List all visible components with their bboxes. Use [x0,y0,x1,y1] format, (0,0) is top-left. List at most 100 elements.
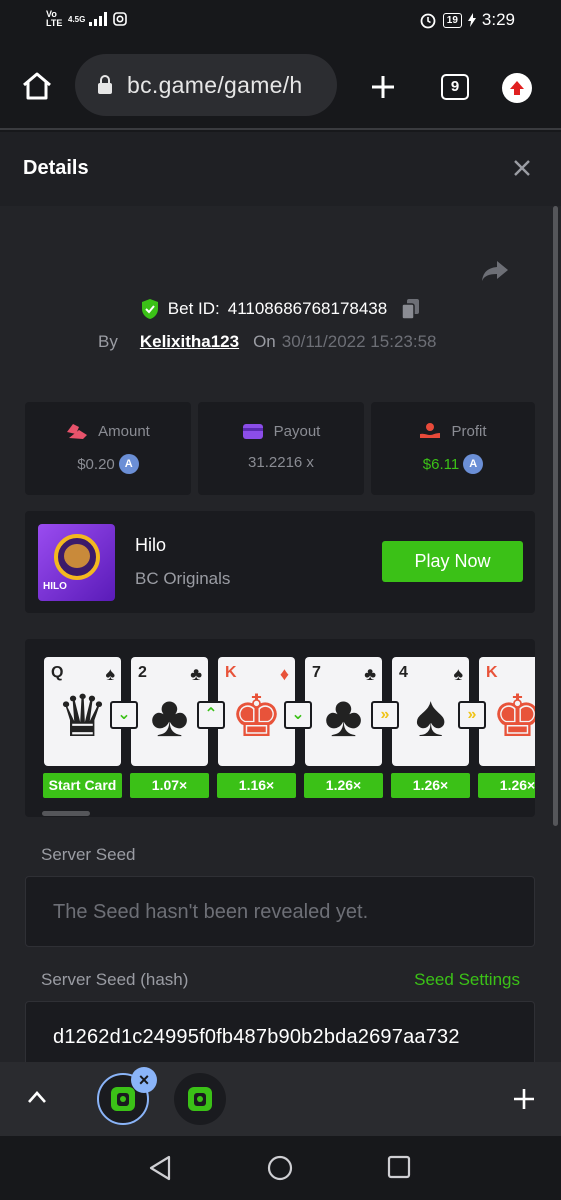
amount-value-row: $0.20 A [25,454,191,474]
card-rank: K [486,664,498,681]
bet-id-value: 41108686768178438 [227,299,388,318]
home-icon[interactable] [21,71,53,101]
card-multiplier: 1.26× [478,773,535,798]
details-title: Details [23,157,89,179]
card-face-icon: ♚ [491,684,536,749]
guess-arrow-icon: ⌄ [110,701,138,729]
home-nav-icon[interactable] [267,1155,293,1181]
android-navbar [0,1136,561,1200]
alarm-icon [420,13,436,29]
close-icon[interactable] [513,159,531,177]
coin-icon: A [118,454,139,474]
card-multiplier: 1.16× [217,773,296,798]
amount-label-row: Amount [25,422,191,440]
payout-value-row: 31.2216 x [198,454,364,471]
server-seed-field[interactable]: The Seed hasn't been revealed yet. [25,876,535,947]
card-rank: Q [51,664,64,681]
recents-icon[interactable] [387,1155,411,1179]
tab-switcher-button[interactable]: 9 [441,74,469,100]
game-card: HILO Hilo BC Originals Play Now [25,511,535,613]
card-history[interactable]: Q ♠ ♛ Start Card 2 ♣ ♣ 1.07× K ♦ ♚ 1.16× 7 ♣ ♣ 1.26× 4 ♠ ♠… [25,639,535,817]
tab-strip: × [0,1062,561,1136]
card-rank: 4 [399,664,408,681]
bcgame-favicon [111,1087,135,1111]
profit-label: Profit [451,422,487,440]
network-label: Vo LTE [46,9,63,28]
game-name: Hilo [135,535,167,555]
play-now-button[interactable]: Play Now [382,541,523,582]
username-link[interactable]: Kelixitha123 [140,332,239,352]
new-tab-icon[interactable] [370,74,396,100]
back-icon[interactable] [147,1155,173,1181]
card-suit-icon: ♦ [279,664,289,684]
details-header: Details [0,132,561,206]
payout-box: Payout 31.2216 x [198,402,364,495]
status-bar: Vo LTE 4.5G 19 3:29 [0,0,561,40]
chevron-up-icon[interactable] [27,1090,47,1104]
payout-icon [242,424,263,439]
playing-card: K♦♚ [479,657,535,766]
card-suit-icon: ♠ [453,664,463,684]
lock-icon [98,75,112,94]
signal-label: 4.5G [68,14,86,24]
bet-id-row: Bet ID: 41108686768178438 [0,298,561,320]
instagram-icon [113,12,128,26]
status-right: 19 3:29 [419,10,515,30]
details-content: Bet ID: 41108686768178438 By Kelixitha12… [0,206,561,1062]
card-rank: 2 [138,664,147,681]
profit-value: $6.11 [422,455,460,473]
profit-icon [420,423,441,438]
profit-label-row: Profit [371,422,535,440]
horizontal-scrollbar[interactable] [42,811,90,816]
payout-label-row: Payout [198,422,364,440]
guess-arrow-icon: » [371,701,399,729]
seed-settings-link[interactable]: Seed Settings [414,970,520,990]
verified-shield-icon [141,299,158,319]
profit-box: Profit $6.11 A [371,402,535,495]
server-seed-hash-value: d1262d1c24995f0fb487b90b2bda2697aa732 [53,1026,460,1048]
close-tab-button[interactable]: × [131,1067,157,1093]
on-label: On [253,332,276,351]
address-bar[interactable]: bc.game/game/h [75,54,337,116]
bet-date: 30/11/2022 15:23:58 [281,332,437,351]
bet-byline: By Kelixitha123 On 30/11/2022 15:23:58 [98,332,436,352]
amount-box: Amount $0.20 A [25,402,191,495]
hilo-mascot [64,544,90,568]
clock: 3:29 [481,10,515,29]
card-rank: 7 [312,664,321,681]
copy-icon[interactable] [401,298,421,320]
status-left: Vo LTE 4.5G [46,9,128,28]
card-multiplier: 1.07× [130,773,209,798]
update-button[interactable] [502,73,532,103]
update-arrow-icon [510,81,524,95]
by-label: By [98,332,118,351]
tab-bcgame[interactable] [174,1073,226,1125]
guess-arrow-icon: ⌃ [197,701,225,729]
amount-icon [67,424,88,439]
card-rank: K [225,664,237,681]
server-seed-hash-field[interactable]: d1262d1c24995f0fb487b90b2bda2697aa732 [25,1001,535,1062]
server-seed-value: The Seed hasn't been revealed yet. [53,901,369,923]
new-tab-plus-icon[interactable] [512,1087,536,1111]
card-multiplier: Start Card [43,773,122,798]
guess-arrow-icon: » [458,701,486,729]
game-provider: BC Originals [135,569,231,588]
card-suit-icon: ♠ [105,664,115,684]
payout-label: Payout [273,422,321,440]
game-thumb-text: HILO [43,581,67,592]
bcgame-favicon [188,1087,212,1111]
coin-icon: A [463,454,484,474]
payout-value: 31.2216 x [248,454,314,471]
battery-level: 19 [442,12,462,28]
share-icon[interactable] [481,260,509,282]
amount-label: Amount [98,422,150,440]
card-multiplier: 1.26× [391,773,470,798]
server-seed-hash-label: Server Seed (hash) [41,970,189,989]
card-multiplier: 1.26× [304,773,383,798]
amount-value: $0.20 [77,455,115,473]
card-suit-icon: ♣ [190,664,202,684]
server-seed-label: Server Seed [41,845,136,864]
game-thumbnail[interactable]: HILO [38,524,115,601]
guess-arrow-icon: ⌄ [284,701,312,729]
bet-id-label: Bet ID: [167,299,220,318]
